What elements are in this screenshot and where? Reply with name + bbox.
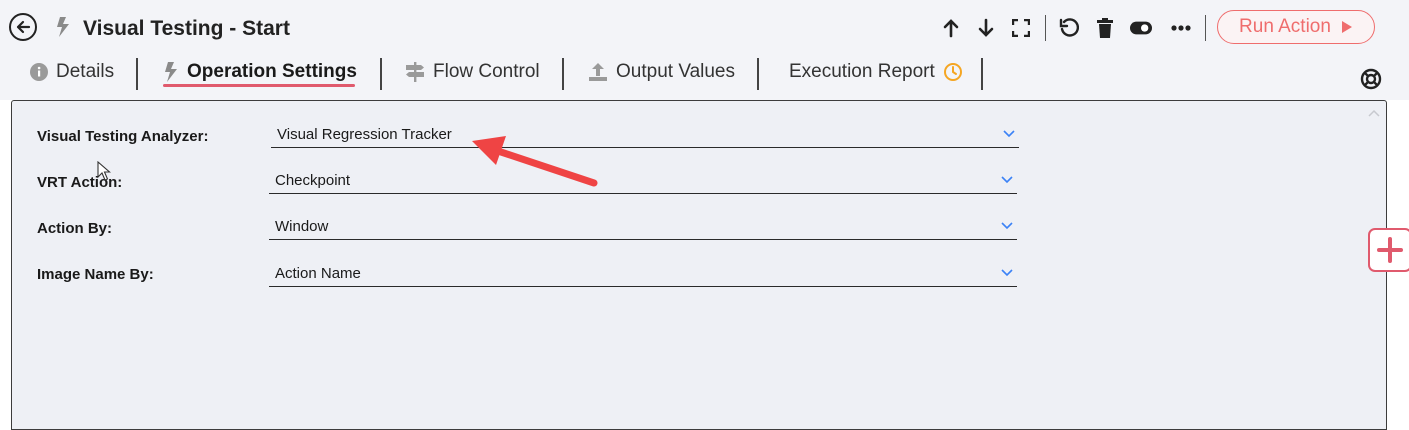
chevron-down-icon [1001,222,1013,230]
field-value: Checkpoint [275,172,351,189]
info-icon [30,63,48,81]
bolt-icon [165,62,177,82]
vrt-action-select[interactable]: Checkpoint [269,172,1017,194]
signpost-icon [406,62,424,82]
image-name-by-label: Image Name By: [37,266,154,283]
expand-button[interactable] [1010,17,1032,39]
toggle-icon [1130,21,1152,35]
toolbar-divider [1205,15,1206,41]
tab-divider [380,58,382,90]
run-action-button[interactable]: Run Action [1217,10,1375,44]
bolt-icon [57,17,69,37]
chevron-down-icon [1003,130,1015,138]
arrow-up-icon [943,19,959,38]
tab-label: Operation Settings [187,61,357,82]
more-icon [1171,25,1191,31]
clock-icon [943,63,962,81]
field-value: Action Name [275,265,361,282]
mouse-cursor-icon [97,161,111,181]
tab-execution-report[interactable]: Execution Report [789,54,963,90]
toggle-button[interactable] [1130,17,1152,39]
plus-icon [1377,237,1403,263]
chevron-down-icon [1001,269,1013,277]
more-button[interactable] [1170,17,1192,39]
scroll-up-chevron-icon[interactable] [1368,104,1380,120]
tab-label: Details [56,61,115,82]
toolbar-divider [1045,15,1046,41]
run-action-label: Run Action [1239,16,1331,37]
move-down-button[interactable] [975,17,997,39]
trash-icon [1097,18,1113,38]
tab-divider [981,58,983,90]
field-value: Window [275,218,329,235]
tab-details[interactable]: Details [30,54,114,90]
active-tab-indicator [163,84,355,87]
chevron-down-icon [1001,176,1013,184]
tab-divider [562,58,564,90]
page-title: Visual Testing - Start [83,17,290,40]
arrow-down-icon [978,18,994,37]
upload-icon [589,63,607,81]
image-name-by-select[interactable]: Action Name [269,265,1017,287]
visual-testing-analyzer-label: Visual Testing Analyzer: [37,128,209,145]
action-by-select[interactable]: Window [269,218,1017,240]
tab-flow-control[interactable]: Flow Control [405,54,540,90]
tab-label: Flow Control [433,61,540,82]
undo-icon [1059,18,1079,37]
tab-divider [757,58,759,90]
action-by-label: Action By: [37,220,112,237]
add-button[interactable] [1368,228,1409,272]
tab-label: Execution Report [789,61,935,82]
tab-output-values[interactable]: Output Values [588,54,735,90]
undo-button[interactable] [1058,17,1080,39]
tab-label: Output Values [616,61,736,82]
visual-testing-analyzer-select[interactable]: Visual Regression Tracker [271,126,1019,148]
expand-icon [1012,19,1030,37]
move-up-button[interactable] [940,17,962,39]
lifebuoy-icon[interactable] [1360,68,1382,90]
tab-divider [136,58,138,90]
back-button[interactable] [9,13,37,41]
delete-button[interactable] [1094,17,1116,39]
play-icon [1341,21,1352,33]
back-arrow-icon [16,20,31,34]
field-value: Visual Regression Tracker [277,126,452,143]
